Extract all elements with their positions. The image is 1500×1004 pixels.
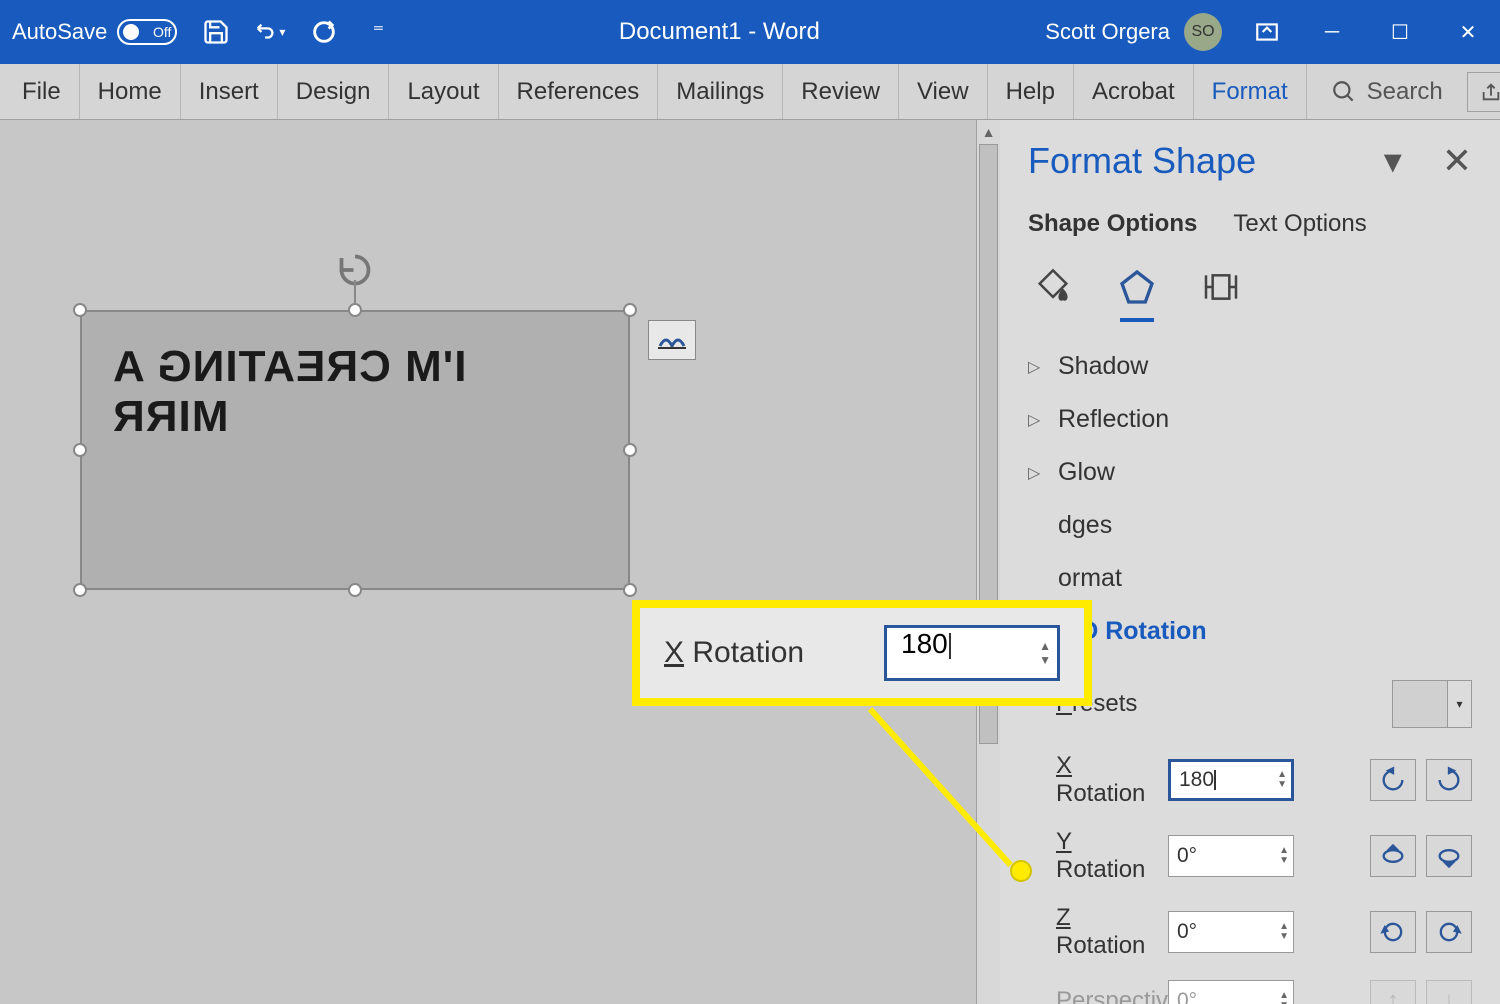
z-rotation-input[interactable]: 0°▲▼ bbox=[1168, 911, 1294, 953]
search-box[interactable]: Search bbox=[1307, 78, 1467, 106]
resize-handle-br[interactable] bbox=[623, 583, 637, 597]
ribbon-right-actions bbox=[1467, 72, 1500, 112]
effects-icon[interactable] bbox=[1112, 262, 1162, 312]
panel-close-icon[interactable]: ✕ bbox=[1442, 140, 1472, 182]
user-section[interactable]: Scott Orgera SO bbox=[1045, 13, 1222, 51]
search-label: Search bbox=[1367, 78, 1443, 106]
z-rotation-row: Z Rotation 0°▲▼ bbox=[1028, 894, 1472, 970]
toggle-switch[interactable]: Off bbox=[117, 19, 177, 45]
effect-3d-format[interactable]: ▷ormat bbox=[1028, 552, 1472, 605]
perspective-up-button: ↑ bbox=[1370, 980, 1416, 1004]
presets-row: PPresetsresets ▾ bbox=[1028, 666, 1472, 742]
callout-leader-dot bbox=[1010, 860, 1032, 882]
perspective-label: Perspective bbox=[1028, 987, 1158, 1004]
perspective-down-button: ↓ bbox=[1426, 980, 1472, 1004]
fill-line-icon[interactable] bbox=[1028, 262, 1078, 312]
panel-title-row: Format Shape ▾ ✕ bbox=[1028, 140, 1472, 182]
effect-glow[interactable]: ▷Glow bbox=[1028, 446, 1472, 499]
y-rotate-down-button[interactable] bbox=[1426, 835, 1472, 877]
autosave-label: AutoSave bbox=[12, 19, 107, 45]
window-controls: ─ ☐ ✕ bbox=[1312, 12, 1488, 52]
tab-view[interactable]: View bbox=[899, 64, 988, 119]
callout-label: X Rotation bbox=[664, 636, 804, 670]
perspective-row: Perspective 0°▲▼ ↑ ↓ bbox=[1028, 970, 1472, 1004]
x-rotate-left-button[interactable] bbox=[1370, 759, 1416, 801]
tab-help[interactable]: Help bbox=[988, 64, 1074, 119]
panel-tabs: Shape Options Text Options bbox=[1028, 210, 1472, 238]
tab-format[interactable]: Format bbox=[1194, 64, 1307, 119]
size-properties-icon[interactable] bbox=[1196, 262, 1246, 312]
document-title: Document1 - Word bbox=[393, 18, 1045, 46]
preset-dropdown[interactable]: ▾ bbox=[1448, 680, 1472, 728]
maximize-button[interactable]: ☐ bbox=[1380, 12, 1420, 52]
ribbon-tabs: File Home Insert Design Layout Reference… bbox=[0, 64, 1500, 120]
effect-list: ▷Shadow ▷Reflection ▷Glow ▷dges ▷ormat ◢… bbox=[1028, 340, 1472, 658]
textbox-text: I'M CREATING A MIRR bbox=[82, 312, 628, 442]
quick-access-toolbar: ▾ ⁼ bbox=[201, 17, 393, 47]
rotation-section: PPresetsresets ▾ X Rotation 180▲▼ Y Rota… bbox=[1028, 666, 1472, 1004]
x-rotation-input[interactable]: 180▲▼ bbox=[1168, 759, 1294, 801]
tab-layout[interactable]: Layout bbox=[389, 64, 498, 119]
vertical-scrollbar[interactable] bbox=[976, 120, 1000, 1004]
x-rotation-label: X Rotation bbox=[1028, 752, 1158, 808]
main-area: I'M CREATING A MIRR X Rotation 180 ▲▼ Fo… bbox=[0, 120, 1500, 1004]
tab-file[interactable]: File bbox=[4, 64, 80, 119]
effect-3d-rotation[interactable]: ◢3-D Rotation bbox=[1028, 605, 1472, 658]
tab-insert[interactable]: Insert bbox=[181, 64, 278, 119]
spinner-buttons[interactable]: ▲▼ bbox=[1039, 639, 1051, 667]
user-avatar[interactable]: SO bbox=[1184, 13, 1222, 51]
share-button[interactable] bbox=[1467, 72, 1500, 112]
z-rotate-cw-button[interactable] bbox=[1426, 911, 1472, 953]
tab-acrobat[interactable]: Acrobat bbox=[1074, 64, 1194, 119]
save-icon[interactable] bbox=[201, 17, 231, 47]
ribbon-display-icon[interactable] bbox=[1252, 17, 1282, 47]
x-rotation-row: X Rotation 180▲▼ bbox=[1028, 742, 1472, 818]
layout-options-button[interactable] bbox=[648, 320, 696, 360]
search-icon bbox=[1331, 79, 1357, 105]
format-shape-panel: Format Shape ▾ ✕ Shape Options Text Opti… bbox=[1000, 120, 1500, 1004]
effect-soft-edges[interactable]: ▷dges bbox=[1028, 499, 1472, 552]
tab-review[interactable]: Review bbox=[783, 64, 899, 119]
title-bar: AutoSave Off ▾ ⁼ Document1 - Word Scott … bbox=[0, 0, 1500, 64]
y-rotation-row: Y Rotation 0°▲▼ bbox=[1028, 818, 1472, 894]
tab-design[interactable]: Design bbox=[278, 64, 390, 119]
autosave-toggle[interactable]: AutoSave Off bbox=[12, 19, 177, 45]
tab-references[interactable]: References bbox=[499, 64, 659, 119]
callout-input[interactable]: 180 ▲▼ bbox=[884, 625, 1060, 681]
resize-handle-mr[interactable] bbox=[623, 443, 637, 457]
redo-icon[interactable] bbox=[309, 17, 339, 47]
preset-preview[interactable] bbox=[1392, 680, 1448, 728]
undo-icon[interactable]: ▾ bbox=[255, 17, 285, 47]
tab-text-options[interactable]: Text Options bbox=[1233, 210, 1366, 238]
panel-dropdown-icon[interactable]: ▾ bbox=[1384, 140, 1402, 182]
close-button[interactable]: ✕ bbox=[1448, 12, 1488, 52]
minimize-button[interactable]: ─ bbox=[1312, 12, 1352, 52]
perspective-input: 0°▲▼ bbox=[1168, 980, 1294, 1004]
tab-mailings[interactable]: Mailings bbox=[658, 64, 783, 119]
resize-handle-bm[interactable] bbox=[348, 583, 362, 597]
text-cursor bbox=[949, 633, 951, 659]
callout-highlight: X Rotation 180 ▲▼ bbox=[632, 600, 1092, 706]
user-name: Scott Orgera bbox=[1045, 19, 1170, 45]
effect-shadow[interactable]: ▷Shadow bbox=[1028, 340, 1472, 393]
y-rotation-label: Y Rotation bbox=[1028, 828, 1158, 884]
tab-shape-options[interactable]: Shape Options bbox=[1028, 210, 1197, 238]
resize-handle-bl[interactable] bbox=[73, 583, 87, 597]
resize-handle-ml[interactable] bbox=[73, 443, 87, 457]
y-rotate-up-button[interactable] bbox=[1370, 835, 1416, 877]
x-rotate-right-button[interactable] bbox=[1426, 759, 1472, 801]
effect-reflection[interactable]: ▷Reflection bbox=[1028, 393, 1472, 446]
layout-options-icon bbox=[656, 328, 688, 352]
z-rotation-label: Z Rotation bbox=[1028, 904, 1158, 960]
y-rotation-input[interactable]: 0°▲▼ bbox=[1168, 835, 1294, 877]
selected-textbox[interactable]: I'M CREATING A MIRR bbox=[80, 310, 630, 590]
document-canvas[interactable]: I'M CREATING A MIRR X Rotation 180 ▲▼ bbox=[0, 120, 976, 1004]
z-rotate-ccw-button[interactable] bbox=[1370, 911, 1416, 953]
tab-home[interactable]: Home bbox=[80, 64, 181, 119]
panel-category-icons bbox=[1028, 262, 1472, 312]
panel-title: Format Shape bbox=[1028, 140, 1256, 182]
qat-dropdown-icon[interactable]: ⁼ bbox=[363, 17, 393, 47]
